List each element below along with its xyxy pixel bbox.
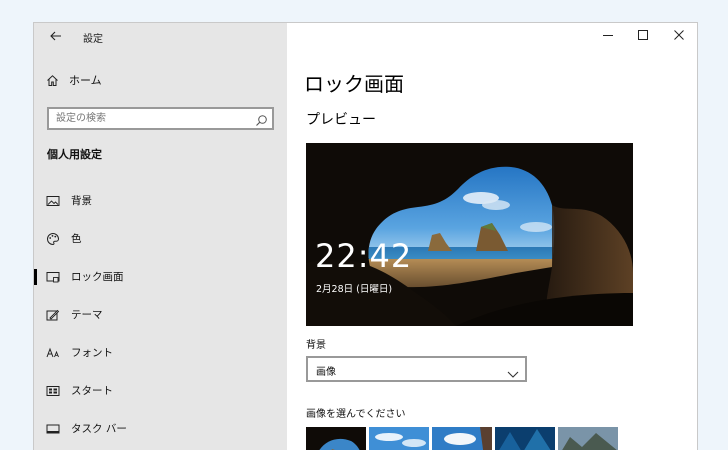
sidebar-item-fonts[interactable]: フォント (34, 338, 287, 368)
sidebar-item-label: 色 (71, 233, 82, 245)
sidebar: 設定 ホーム 個人用設定 背景 色 (34, 23, 287, 450)
theme-brush-icon (46, 309, 60, 321)
sidebar-item-label: 背景 (71, 195, 92, 207)
choose-image-label: 画像を選んでください (306, 409, 406, 420)
app-title: 設定 (83, 34, 103, 45)
sidebar-item-label: フォント (71, 347, 113, 359)
settings-search-box[interactable] (47, 107, 274, 130)
cave-beach-wallpaper (306, 143, 633, 326)
close-icon[interactable] (669, 29, 689, 43)
maximize-icon[interactable] (633, 29, 653, 43)
sidebar-item-start[interactable]: スタート (34, 376, 287, 406)
sidebar-item-label: テーマ (71, 309, 103, 321)
background-dropdown-value: 画像 (316, 367, 336, 378)
palette-icon (47, 232, 60, 246)
section-title: 個人用設定 (47, 148, 102, 161)
background-label: 背景 (306, 340, 326, 351)
preview-date: 2月28日 (日曜日) (316, 284, 393, 295)
sidebar-item-background[interactable]: 背景 (34, 186, 287, 216)
preview-clock: 22:42 (315, 237, 413, 275)
taskbar-icon (46, 424, 60, 434)
home-label: ホーム (69, 74, 102, 87)
page-title: ロック画面 (304, 72, 404, 96)
sidebar-item-taskbar[interactable]: タスク バー (34, 414, 287, 444)
lock-screen-icon (46, 272, 60, 283)
sidebar-item-lock-screen[interactable]: ロック画面 (34, 262, 287, 292)
picture-icon (46, 196, 60, 206)
sidebar-item-label: ロック画面 (71, 271, 124, 283)
preview-heading: プレビュー (306, 112, 376, 128)
font-icon (46, 347, 59, 358)
background-dropdown[interactable]: 画像 (306, 356, 527, 382)
lock-screen-preview: 22:42 2月28日 (日曜日) (306, 143, 633, 326)
sidebar-item-color[interactable]: 色 (34, 224, 287, 254)
home-icon (47, 74, 58, 86)
minimize-icon[interactable] (598, 29, 618, 43)
search-icon[interactable] (255, 112, 268, 131)
sidebar-item-label: スタート (71, 385, 113, 397)
main-content: ロック画面 プレビュー 22:42 2月28日 (日曜日) 背景 画像 画像を選… (287, 23, 697, 450)
settings-window: 設定 ホーム 個人用設定 背景 色 (33, 22, 698, 450)
image-thumbnail[interactable] (306, 427, 366, 450)
chevron-down-icon (507, 364, 519, 383)
image-thumbnail[interactable] (495, 427, 555, 450)
back-arrow-icon[interactable] (46, 27, 66, 47)
start-icon (46, 386, 60, 396)
sidebar-item-label: タスク バー (71, 423, 127, 435)
home-link[interactable]: ホーム (46, 70, 102, 90)
sidebar-item-theme[interactable]: テーマ (34, 300, 287, 330)
image-thumbnail[interactable] (432, 427, 492, 450)
image-thumbnail[interactable] (558, 427, 618, 450)
image-thumbnail[interactable] (369, 427, 429, 450)
search-input[interactable] (49, 109, 256, 128)
